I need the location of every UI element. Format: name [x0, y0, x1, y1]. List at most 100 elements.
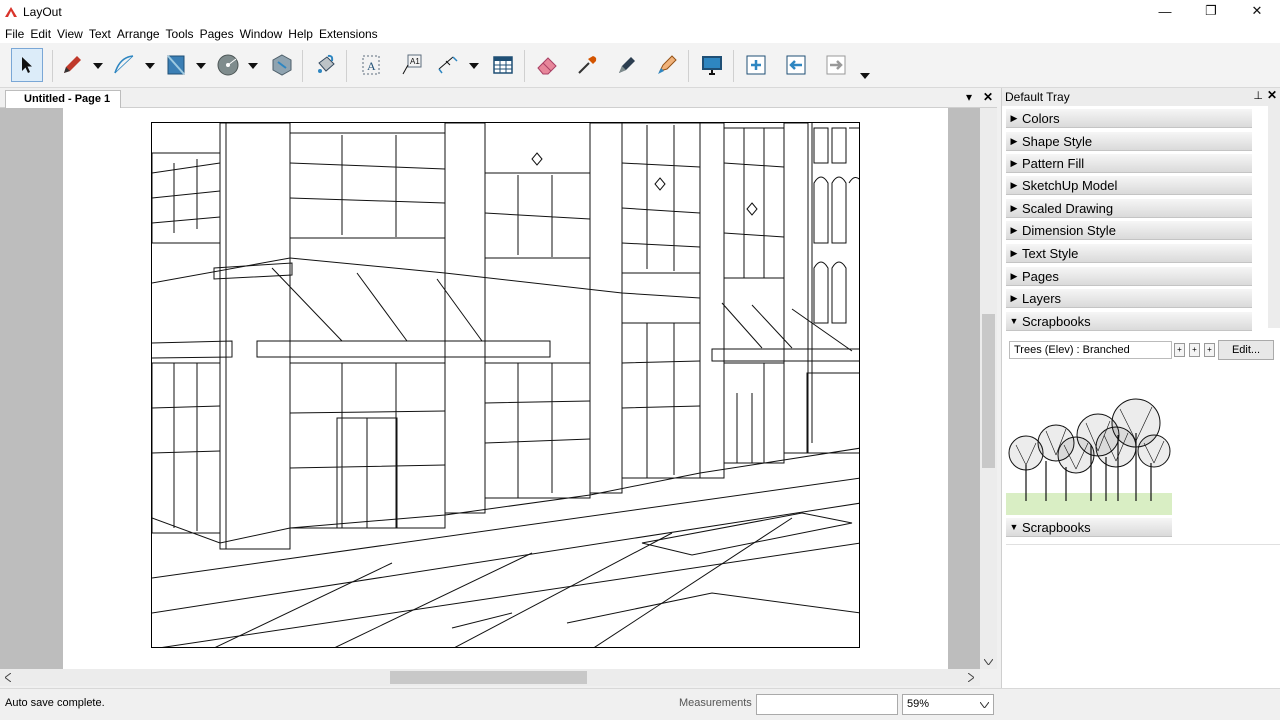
select-tool-button[interactable] — [11, 48, 43, 82]
eyedropper-tool-button[interactable] — [571, 48, 603, 82]
presentation-button[interactable] — [696, 48, 728, 82]
sketchup-model-viewport[interactable] — [151, 122, 860, 648]
panel-text-style[interactable]: ▶ Text Style — [1006, 244, 1252, 263]
panel-layers[interactable]: ▶ Layers — [1006, 289, 1252, 308]
style-tool-button[interactable] — [651, 48, 683, 82]
scroll-right-icon[interactable] — [968, 673, 974, 682]
tab-untitled-page-1[interactable]: Untitled - Page 1 — [5, 90, 122, 109]
arc-dropdown[interactable] — [145, 61, 155, 71]
panel-label: Dimension Style — [1022, 222, 1116, 238]
arc-tool-button[interactable] — [108, 48, 140, 82]
panel-pages[interactable]: ▶ Pages — [1006, 267, 1252, 286]
scrapbook-select[interactable]: Trees (Elev) : Branched — [1009, 341, 1172, 359]
add-page-button[interactable] — [740, 48, 772, 82]
toolbar-separator — [688, 50, 689, 82]
panel-label: Colors — [1022, 110, 1060, 126]
canvas-horizontal-scrollbar[interactable] — [0, 669, 980, 686]
menu-file[interactable]: File — [2, 25, 27, 43]
panel-pattern-fill[interactable]: ▶ Pattern Fill — [1006, 154, 1252, 173]
scrapbook-move-button[interactable]: + — [1189, 343, 1200, 357]
scroll-left-icon[interactable] — [5, 673, 11, 682]
polygon-icon — [272, 54, 292, 76]
next-page-button[interactable] — [820, 48, 852, 82]
paint-bucket-tool-button[interactable] — [310, 48, 342, 82]
menu-help[interactable]: Help — [285, 25, 316, 43]
previous-page-button[interactable] — [780, 48, 812, 82]
chevron-down-icon — [980, 702, 989, 708]
rectangle-dropdown[interactable] — [196, 61, 206, 71]
text-icon: A — [362, 55, 380, 75]
dimension-tool-button[interactable] — [432, 48, 464, 82]
panel-scrapbooks-footer[interactable]: ▼ Scrapbooks — [1006, 518, 1172, 537]
minimize-button[interactable]: — — [1142, 0, 1188, 22]
menu-text[interactable]: Text — [86, 25, 114, 43]
pencil-tool-button[interactable] — [56, 48, 88, 82]
menu-tools[interactable]: Tools — [163, 25, 197, 43]
panel-scaled-drawing[interactable]: ▶ Scaled Drawing — [1006, 199, 1252, 218]
toolbar-overflow-dropdown[interactable] — [860, 71, 870, 81]
tray-scrollbar[interactable] — [1268, 106, 1280, 328]
close-tab-button[interactable]: ✕ — [983, 90, 993, 104]
chevron-down-icon — [196, 63, 206, 69]
menu-arrange[interactable]: Arrange — [114, 25, 163, 43]
canvas-vertical-scrollbar[interactable] — [980, 108, 997, 669]
chevron-down-icon — [248, 63, 258, 69]
monitor-icon — [702, 56, 722, 75]
measurements-label: Measurements — [679, 697, 752, 709]
panel-colors[interactable]: ▶ Colors — [1006, 109, 1252, 128]
vertical-scroll-thumb[interactable] — [982, 314, 995, 468]
scrapbook-add-button[interactable]: + — [1174, 343, 1185, 357]
arc-icon — [114, 55, 134, 74]
expand-arrow-icon: ▶ — [1010, 247, 1018, 258]
document-canvas[interactable] — [0, 108, 980, 669]
panel-shape-style[interactable]: ▶ Shape Style — [1006, 132, 1252, 151]
dimension-dropdown[interactable] — [469, 61, 479, 71]
zoom-value: 59% — [907, 698, 930, 710]
tray-close-button[interactable]: ✕ — [1267, 88, 1277, 102]
main-toolbar: A A1 — [0, 43, 1280, 88]
panel-dimension-style[interactable]: ▶ Dimension Style — [1006, 221, 1252, 240]
eraser-icon — [537, 57, 557, 75]
horizontal-scroll-thumb[interactable] — [390, 671, 587, 684]
eraser-tool-button[interactable] — [531, 48, 563, 82]
collapse-arrow-icon: ▼ — [1009, 316, 1019, 326]
menu-pages[interactable]: Pages — [197, 25, 237, 43]
maximize-button[interactable]: ❐ — [1188, 0, 1234, 22]
pin-icon[interactable]: ⊥ — [1253, 89, 1263, 102]
polygon-tool-button[interactable] — [266, 48, 298, 82]
zoom-select[interactable]: 59% — [902, 694, 994, 715]
scrapbook-edit-button[interactable]: Edit... — [1218, 340, 1274, 360]
close-button[interactable]: ✕ — [1234, 0, 1280, 22]
document-tab-bar: Untitled - Page 1 ▾ ✕ — [0, 88, 997, 109]
scrapbook-remove-button[interactable]: + — [1204, 343, 1215, 357]
panel-sketchup-model[interactable]: ▶ SketchUp Model — [1006, 176, 1252, 195]
panel-label: Layers — [1022, 290, 1062, 306]
scrapbook-trees-preview[interactable] — [1006, 365, 1172, 515]
scroll-down-icon[interactable] — [984, 659, 993, 665]
arrow-right-icon — [826, 55, 846, 75]
panel-label: Pattern Fill — [1022, 155, 1085, 171]
chevron-down-icon — [93, 63, 103, 69]
circle-icon — [217, 54, 239, 76]
status-message: Auto save complete. — [5, 697, 105, 709]
rectangle-tool-button[interactable] — [160, 48, 192, 82]
table-tool-button[interactable] — [487, 48, 519, 82]
svg-text:A1: A1 — [410, 57, 420, 66]
menu-window[interactable]: Window — [237, 25, 286, 43]
panel-scrapbooks[interactable]: ▼ Scrapbooks — [1006, 312, 1252, 331]
toolbar-separator — [524, 50, 525, 82]
arrow-left-icon — [786, 55, 806, 75]
menu-view[interactable]: View — [54, 25, 86, 43]
measurements-input[interactable] — [756, 694, 898, 715]
svg-text:A: A — [367, 59, 376, 73]
menu-edit[interactable]: Edit — [27, 25, 54, 43]
menu-extensions[interactable]: Extensions — [316, 25, 381, 43]
tab-list-dropdown[interactable]: ▾ — [966, 90, 972, 104]
split-tool-button[interactable] — [611, 48, 643, 82]
text-tool-button[interactable]: A — [355, 48, 387, 82]
page[interactable] — [63, 108, 948, 669]
pencil-dropdown[interactable] — [93, 61, 103, 71]
circle-dropdown[interactable] — [248, 61, 258, 71]
label-tool-button[interactable]: A1 — [395, 48, 427, 82]
circle-tool-button[interactable] — [212, 48, 244, 82]
